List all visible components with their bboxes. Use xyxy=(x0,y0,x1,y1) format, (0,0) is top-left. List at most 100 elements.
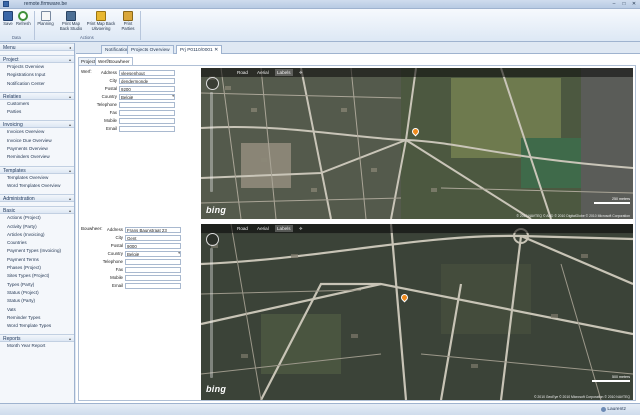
werf-fax-field[interactable] xyxy=(119,110,175,116)
werf-city-field[interactable]: dendermonde xyxy=(119,78,175,84)
fax-label: Fax xyxy=(109,110,117,115)
werf-postal-field[interactable]: 9200 xyxy=(119,86,175,92)
bouwheer-country-select[interactable]: België xyxy=(125,251,181,257)
sidebar-item-countries[interactable]: Countries xyxy=(0,239,74,247)
bouwheer-city-field[interactable]: Gent xyxy=(125,235,181,241)
chevron-up-icon[interactable]: ▴ xyxy=(69,121,71,129)
sidebar-item-invoice-due-overview[interactable]: Invoice Due Overview xyxy=(0,137,74,145)
country-label: Country xyxy=(107,251,123,256)
aerial-imagery xyxy=(201,68,633,219)
bouwheer-fax-field[interactable] xyxy=(125,267,181,273)
chevron-up-icon[interactable]: ▴ xyxy=(69,207,71,215)
sidebar-item-reminders-overview[interactable]: Reminders Overview xyxy=(0,153,74,161)
zoom-slider[interactable] xyxy=(210,248,213,378)
current-user[interactable]: Laurentz xyxy=(607,407,626,412)
sidebar-section-templates[interactable]: Templates ▴ xyxy=(0,165,74,175)
compass-icon[interactable] xyxy=(206,233,219,246)
print-map-back-studio-button[interactable]: Print Map Back Studio xyxy=(58,11,84,31)
bing-logo: bing xyxy=(206,205,227,215)
werf-country-select[interactable]: België xyxy=(119,94,175,100)
sidebar-item-payment-terms[interactable]: Payment Terms xyxy=(0,256,74,264)
sidebar-item-customers[interactable]: Customers xyxy=(0,100,74,108)
bouwheer-address-field[interactable]: Frans Baunstraat 23 xyxy=(125,227,181,233)
sidebar-item-notification-center[interactable]: Notification Center xyxy=(0,80,74,88)
sidebar-item-month-year-report[interactable]: Month Year Report xyxy=(0,342,74,350)
sidebar-section-basic[interactable]: Basic ▴ xyxy=(0,206,74,215)
tab-projects-overview[interactable]: Projects Overview xyxy=(127,45,174,54)
sidebar-item-status-project[interactable]: Status (Project) xyxy=(0,289,74,297)
chevron-up-icon[interactable]: ▴ xyxy=(69,93,71,101)
sidebar-section-invoicing[interactable]: Invoicing ▴ xyxy=(0,120,74,129)
sidebar-section-relaties[interactable]: Relaties ▴ xyxy=(0,91,74,101)
minimize-button[interactable]: – xyxy=(610,1,618,7)
sidebar-item-registrations-input[interactable]: Registrations Input xyxy=(0,71,74,79)
sidebar-item-articles-invoicing[interactable]: Articles (Invoicing) xyxy=(0,231,74,239)
werf-email-field[interactable] xyxy=(119,126,175,132)
chevron-up-icon[interactable]: ▴ xyxy=(69,167,71,175)
road-view-button[interactable]: Road xyxy=(235,225,250,232)
zoom-slider[interactable] xyxy=(210,92,213,192)
print-map-studio-icon xyxy=(66,11,76,21)
sidebar-item-word-templates-overview[interactable]: Word Templates Overview xyxy=(0,182,74,190)
werf-mobile-field[interactable] xyxy=(119,118,175,124)
werf-map[interactable]: Road Aerial Labels ✈ bing © 2010 NAVTEQ … xyxy=(201,68,633,219)
birdseye-icon[interactable]: ✈ xyxy=(297,69,305,76)
bouwheer-telephone-field[interactable] xyxy=(125,259,181,265)
sidebar-item-payments-overview[interactable]: Payments Overview xyxy=(0,145,74,153)
maximize-button[interactable]: □ xyxy=(620,1,628,7)
sidebar-section-administration[interactable]: Administration ▴ xyxy=(0,194,74,203)
map-toolbar: Road Aerial Labels ✈ xyxy=(201,224,633,233)
print-map-back-uitvoering-button[interactable]: Print Map Back Uitvoering xyxy=(86,11,116,31)
refresh-button[interactable]: Refresh xyxy=(16,11,31,27)
bouwheer-mobile-field[interactable] xyxy=(125,275,181,281)
chevron-up-icon[interactable]: ▴ xyxy=(69,56,71,64)
labels-toggle[interactable]: Labels xyxy=(275,225,293,232)
sidebar-section-project[interactable]: Project ▴ xyxy=(0,55,74,63)
sidebar-item-templates-overview[interactable]: Templates Overview xyxy=(0,174,74,182)
sidebar-item-actions-project[interactable]: Actions (Project) xyxy=(0,214,74,222)
road-view-button[interactable]: Road xyxy=(235,69,250,76)
sidebar-item-activity-party[interactable]: Activity (Party) xyxy=(0,223,74,231)
chevron-down-icon[interactable]: ▾ xyxy=(178,251,180,256)
sidebar-item-phases-project[interactable]: Phases (Project) xyxy=(0,264,74,272)
sidebar-item-reminder-types[interactable]: Reminder Types xyxy=(0,314,74,322)
address-label: Address xyxy=(100,70,117,75)
aerial-view-button[interactable]: Aerial xyxy=(255,225,271,232)
werf-address-field[interactable]: vleesenhout xyxy=(119,70,175,76)
bouwheer-email-field[interactable] xyxy=(125,283,181,289)
chevron-up-icon[interactable]: ▴ xyxy=(69,195,71,203)
bouwheer-postal-field[interactable]: 9000 xyxy=(125,243,181,249)
werf-telephone-field[interactable] xyxy=(119,102,175,108)
sidebar-item-payment-types-invoicing[interactable]: Payment Types (Invoicing) xyxy=(0,247,74,255)
sidebar-item-word-template-types[interactable]: Word Template Types xyxy=(0,322,74,330)
planning-button[interactable]: Planning xyxy=(37,11,54,27)
save-button[interactable]: Save xyxy=(2,11,14,27)
sidebar-item-invoices-overview[interactable]: Invoices Overview xyxy=(0,128,74,136)
bouwheer-map[interactable]: Road Aerial Labels ✈ bing © 2010 GeoEye … xyxy=(201,224,633,400)
aerial-view-button[interactable]: Aerial xyxy=(255,69,271,76)
sidebar-item-types-party[interactable]: Types (Party) xyxy=(0,281,74,289)
sidebar-item-sites-types-project[interactable]: Sites Types (Project) xyxy=(0,272,74,280)
print-parties-button[interactable]: Print Parties xyxy=(119,11,137,31)
close-button[interactable]: ✕ xyxy=(630,1,638,7)
pin-icon[interactable]: ◂ xyxy=(69,44,71,52)
close-tab-icon[interactable]: ✕ xyxy=(214,48,218,53)
group-separator xyxy=(34,11,35,40)
sidebar-item-status-party[interactable]: Status (Party) xyxy=(0,297,74,305)
planning-icon xyxy=(40,11,51,21)
tab-project-detail[interactable]: Prj P0110/0001 ✕ xyxy=(176,45,223,54)
sidebar-section-reports[interactable]: Reports ▴ xyxy=(0,334,74,343)
chevron-down-icon[interactable]: ▾ xyxy=(172,94,174,99)
chevron-up-icon[interactable]: ▴ xyxy=(69,335,71,343)
birdseye-icon[interactable]: ✈ xyxy=(297,225,305,232)
sidebar-item-projects-overview[interactable]: Projects Overview xyxy=(0,63,74,71)
labels-toggle[interactable]: Labels xyxy=(275,69,293,76)
tab-werf-bouwheer-adres[interactable]: Werf/Bouwheer Adres xyxy=(95,57,133,72)
document-tabs: Notification Center Projects Overview Pr… xyxy=(76,43,640,54)
address-label: Address xyxy=(106,227,123,232)
sidebar-item-vats[interactable]: Vats xyxy=(0,306,74,314)
app-icon[interactable] xyxy=(3,1,9,7)
sidebar-menu-header[interactable]: Menu ◂ xyxy=(0,43,74,51)
compass-icon[interactable] xyxy=(206,77,219,90)
sidebar-item-parties[interactable]: Parties xyxy=(0,108,74,116)
